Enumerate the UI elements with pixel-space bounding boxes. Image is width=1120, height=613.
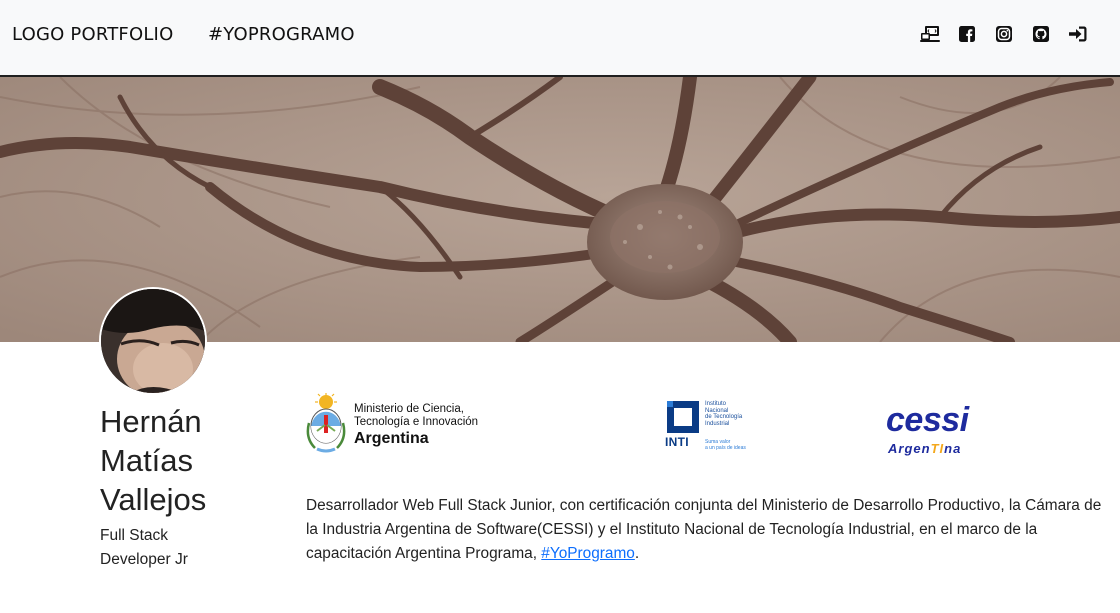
yoprogramo-link[interactable]: #YoProgramo (541, 545, 635, 562)
inti-slogan-2: a un país de ideas (705, 445, 746, 451)
inti-line-4: Industrial (705, 420, 730, 427)
inti-square-icon (667, 401, 699, 433)
laptop-code-icon[interactable] (920, 24, 940, 44)
social-icons (920, 24, 1088, 44)
nav-link-yoprogramo[interactable]: #YOPROGRAMO (208, 24, 355, 45)
inti-line-1: Instituto (705, 401, 727, 407)
name-middle: Matías (100, 443, 194, 478)
cessi-sub-ti: TI (930, 441, 945, 456)
facebook-icon[interactable] (957, 24, 977, 44)
cessi-subtitle: ArgenTIna (888, 441, 961, 456)
navbar: LOGO PORTFOLIO #YOPROGRAMO (0, 0, 1120, 77)
cessi-sub-a: Argen (888, 441, 931, 456)
argentina-coat-of-arms-icon (306, 393, 346, 453)
cessi-wordmark: cessi (886, 401, 969, 439)
profile-role: Full Stack Developer Jr (100, 524, 230, 572)
about-end: . (634, 545, 640, 562)
inti-logo: Instituto Nacional de Tecnología Industr… (664, 399, 764, 455)
brand-logo[interactable]: LOGO PORTFOLIO (12, 24, 173, 45)
about-body: Desarrollador Web Full Stack Junior, con… (306, 497, 1102, 562)
instagram-icon[interactable] (994, 24, 1014, 44)
about-text: Desarrollador Web Full Stack Junior, con… (306, 494, 1106, 566)
inti-wordmark: INTI (665, 435, 689, 449)
profile-name: Hernán Matías Vallejos (100, 402, 270, 519)
inti-line-3: de Tecnología (705, 414, 743, 421)
name-first: Hernán (100, 404, 202, 439)
cessi-logo: cessi ArgenTIna (886, 401, 996, 461)
github-icon[interactable] (1031, 24, 1051, 44)
role-line-1: Full Stack (100, 527, 169, 544)
ministerio-line-2: Tecnología e Innovación (354, 416, 479, 428)
sign-in-icon[interactable] (1068, 24, 1088, 44)
ministerio-line-3: Argentina (354, 430, 429, 447)
ministerio-line-1: Ministerio de Ciencia, (354, 403, 464, 415)
role-line-2: Developer Jr (100, 551, 188, 568)
inti-line-2: Nacional (705, 407, 729, 414)
profile-avatar (99, 287, 207, 395)
cessi-sub-c: na (944, 441, 962, 456)
name-last: Vallejos (100, 482, 207, 517)
ministerio-logo: Ministerio de Ciencia, Tecnología e Inno… (305, 393, 505, 457)
